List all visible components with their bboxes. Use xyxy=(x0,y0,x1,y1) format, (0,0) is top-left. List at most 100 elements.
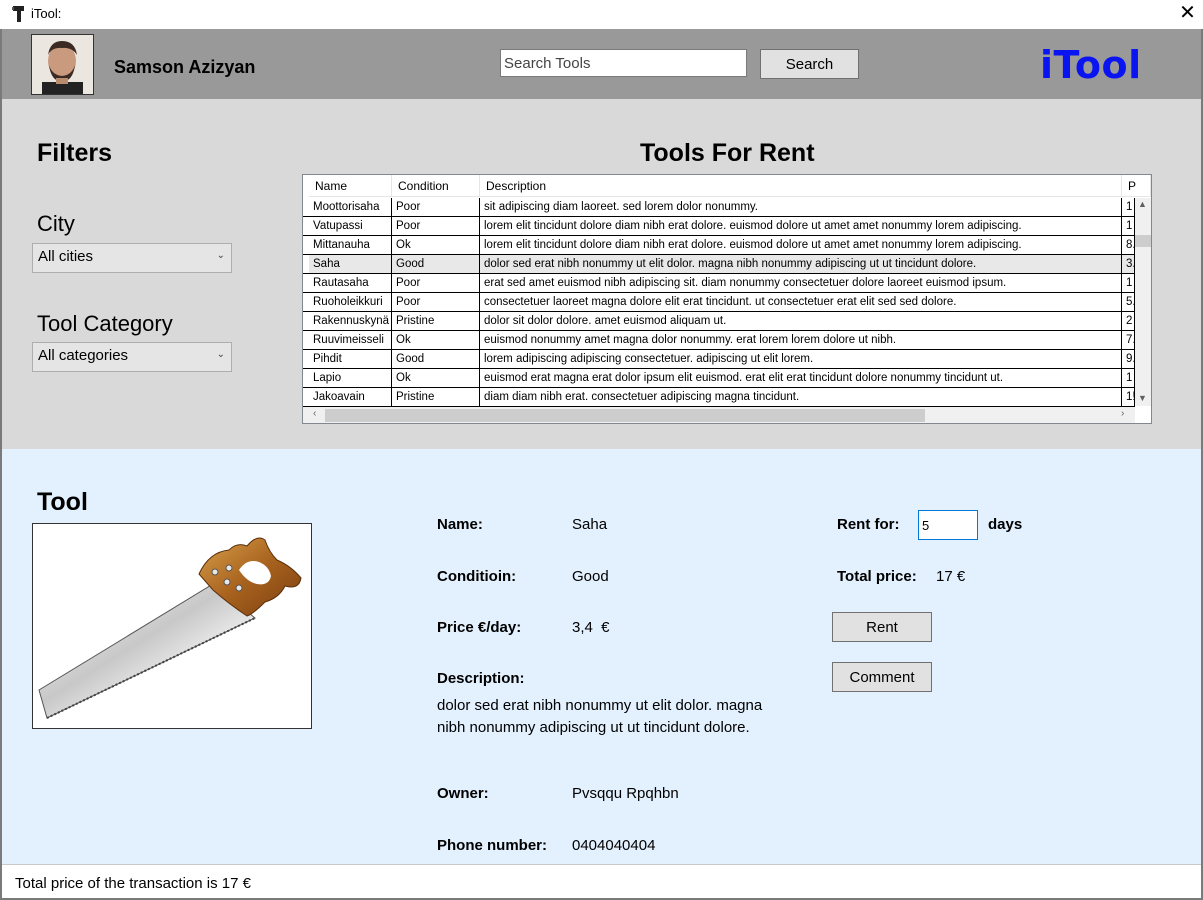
table-row[interactable]: Vatupassi Poor lorem elit tincidunt dolore… xyxy=(303,217,1135,236)
user-name: Samson Azizyan xyxy=(114,57,256,77)
rent-button[interactable]: Rent xyxy=(832,612,932,642)
vertical-scroll-thumb[interactable] xyxy=(1135,235,1151,247)
cell-description: lorem elit tincidunt dolore diam nibh er… xyxy=(480,236,1122,255)
table-row[interactable]: Rautasaha Poor erat sed amet euismod nibh … xyxy=(303,274,1135,293)
phone-value: 0404040404 xyxy=(572,837,656,854)
description-value: dolor sed erat nibh nonummy ut elit dolo… xyxy=(437,697,763,736)
cell-price: 3. xyxy=(1122,255,1135,274)
condition-label: Conditioin: xyxy=(437,568,517,585)
cell-name: Moottorisaha xyxy=(309,198,392,217)
table-row[interactable]: Rakennuskynä Pristine dolor sit dolor dolo… xyxy=(303,312,1135,331)
close-icon[interactable]: ✕ xyxy=(1172,0,1203,29)
table-row[interactable]: Ruoholeikkuri Poor consectetuer laoreet ma… xyxy=(303,293,1135,312)
total-price-label: Total price: xyxy=(837,568,917,585)
cell-name: Mittanauha xyxy=(309,236,392,255)
cell-price: 1 xyxy=(1122,217,1135,236)
cell-name: Ruoholeikkuri xyxy=(309,293,392,312)
cell-description: lorem elit tincidunt dolore diam nibh er… xyxy=(480,217,1122,236)
cell-name: Rakennuskynä xyxy=(309,312,392,331)
search-input[interactable] xyxy=(500,49,747,77)
city-select[interactable]: All cities ⌄ xyxy=(32,243,232,273)
cell-condition: Ok xyxy=(392,331,480,350)
total-price-value: 17 € xyxy=(936,568,966,585)
cell-condition: Poor xyxy=(392,293,480,312)
category-label: Tool Category xyxy=(37,311,173,336)
cell-description: lorem adipiscing adipiscing consectetuer… xyxy=(480,350,1122,369)
cell-condition: Poor xyxy=(392,217,480,236)
cell-name: Pihdit xyxy=(309,350,392,369)
condition-value: Good xyxy=(572,568,609,585)
cell-condition: Good xyxy=(392,255,480,274)
owner-value: Pvsqqu Rpqhbn xyxy=(572,785,679,802)
cell-description: dolor sed erat nibh nonummy ut elit dolo… xyxy=(480,255,1122,274)
days-label: days xyxy=(988,516,1023,533)
cell-name: Rautasaha xyxy=(309,274,392,293)
cell-description: euismod nonummy amet magna dolor nonummy… xyxy=(480,331,1122,350)
cell-price: 5. xyxy=(1122,293,1135,312)
category-select-value: All categories xyxy=(38,347,129,364)
saw-icon xyxy=(38,537,302,719)
rent-days-input[interactable] xyxy=(918,510,978,540)
table-row[interactable]: Moottorisaha Poor sit adipiscing diam laor… xyxy=(303,198,1135,217)
cell-condition: Pristine xyxy=(392,312,480,331)
tools-table[interactable]: Name Condition Description P Moottorisah… xyxy=(302,174,1152,424)
column-header-description[interactable]: Description xyxy=(480,175,1122,197)
category-select[interactable]: All categories ⌄ xyxy=(32,342,232,372)
cell-condition: Good xyxy=(392,350,480,369)
rent-for-label: Rent for: xyxy=(837,516,900,533)
city-select-value: All cities xyxy=(38,248,94,265)
chevron-down-icon: ⌄ xyxy=(216,349,225,360)
owner-label: Owner: xyxy=(437,785,489,802)
filters-heading: Filters xyxy=(37,139,113,167)
tools-heading: Tools For Rent xyxy=(640,139,815,167)
cell-name: Lapio xyxy=(309,369,392,388)
cell-description: diam diam nibh erat. consectetuer adipis… xyxy=(480,388,1122,407)
cell-description: euismod erat magna erat dolor ipsum elit… xyxy=(480,369,1122,388)
table-row[interactable]: Ruuvimeisseli Ok euismod nonummy amet magn… xyxy=(303,331,1135,350)
cell-price: 1 xyxy=(1122,274,1135,293)
comment-button[interactable]: Comment xyxy=(832,662,932,692)
search-button[interactable]: Search xyxy=(760,49,859,79)
cell-name: Ruuvimeisseli xyxy=(309,331,392,350)
name-label: Name: xyxy=(437,516,483,533)
cell-condition: Ok xyxy=(392,236,480,255)
cell-price: 1 xyxy=(1122,369,1135,388)
cell-condition: Ok xyxy=(392,369,480,388)
column-header-name[interactable]: Name xyxy=(309,175,392,197)
cell-condition: Pristine xyxy=(392,388,480,407)
scroll-down-icon[interactable]: ▼ xyxy=(1138,393,1147,403)
table-row[interactable]: Mittanauha Ok lorem elit tincidunt dolore … xyxy=(303,236,1135,255)
cell-name: Jakoavain xyxy=(309,388,392,407)
window-title: iTool: xyxy=(31,6,62,21)
column-header-condition[interactable]: Condition xyxy=(392,175,480,197)
cell-price: 7. xyxy=(1122,331,1135,350)
title-bar xyxy=(0,0,1203,29)
table-header: Name Condition Description P xyxy=(303,175,1151,198)
cell-price: 8. xyxy=(1122,236,1135,255)
cell-condition: Poor xyxy=(392,198,480,217)
user-photo xyxy=(32,35,93,94)
description-label: Description: xyxy=(437,670,525,687)
scroll-up-icon[interactable]: ▲ xyxy=(1138,199,1147,209)
table-row[interactable]: Jakoavain Pristine diam diam nibh erat. co… xyxy=(303,388,1135,407)
column-header-price[interactable]: P xyxy=(1122,175,1151,197)
avatar xyxy=(31,34,94,95)
table-row[interactable]: Lapio Ok euismod erat magna erat dolor ips… xyxy=(303,369,1135,388)
price-label: Price €/day: xyxy=(437,619,522,636)
horizontal-scroll-thumb[interactable] xyxy=(325,409,925,422)
cell-description: consectetuer laoreet magna dolore elit e… xyxy=(480,293,1122,312)
cell-price: 9. xyxy=(1122,350,1135,369)
cell-price: 1! xyxy=(1122,388,1135,407)
price-value: 3,4 € xyxy=(572,619,610,636)
scroll-right-icon[interactable]: › xyxy=(1121,408,1124,419)
cell-description: dolor sit dolor dolore. amet euismod ali… xyxy=(480,312,1122,331)
app-logo: iTool xyxy=(1040,43,1142,87)
table-row[interactable]: Saha Good dolor sed erat nibh nonummy ut e… xyxy=(303,255,1135,274)
vertical-scrollbar[interactable] xyxy=(1135,198,1151,406)
scroll-left-icon[interactable]: ‹ xyxy=(313,408,316,419)
city-label: City xyxy=(37,211,75,236)
drill-icon xyxy=(12,6,24,22)
status-text: Total price of the transaction is 17 € xyxy=(15,875,251,892)
table-row[interactable]: Pihdit Good lorem adipiscing adipiscing co… xyxy=(303,350,1135,369)
name-value: Saha xyxy=(572,516,608,533)
